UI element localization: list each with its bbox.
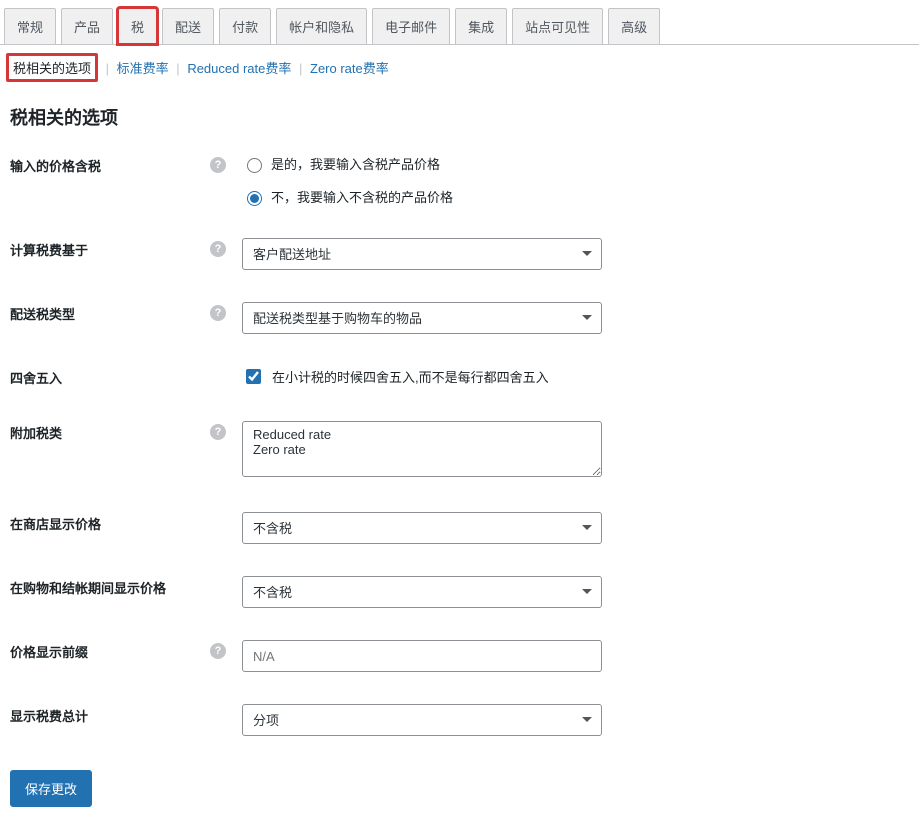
select-shipping-tax-class[interactable]: 配送税类型基于购物车的物品 (242, 302, 602, 334)
tab-products[interactable]: 产品 (61, 8, 113, 44)
subtab-tax-options[interactable]: 税相关的选项 (6, 53, 98, 82)
tax-settings-form: 输入的价格含税 ? 是的，我要输入含税产品价格 不，我要输入不含税的产品价格 计… (0, 138, 919, 752)
tab-emails[interactable]: 电子邮件 (372, 8, 450, 44)
label-additional-tax: 附加税类 (0, 405, 210, 496)
tab-integration[interactable]: 集成 (455, 8, 507, 44)
label-prices-include-tax: 输入的价格含税 (0, 138, 210, 222)
radio-label-yes: 是的，我要输入含税产品价格 (271, 154, 440, 173)
select-tax-total-display[interactable]: 分项 (242, 704, 602, 736)
tab-shipping[interactable]: 配送 (162, 8, 214, 44)
checkbox-rounding-label: 在小计税的时候四舍五入,而不是每行都四舍五入 (272, 367, 549, 386)
tab-general[interactable]: 常规 (4, 8, 56, 44)
subtab-zero-rates[interactable]: Zero rate费率 (310, 61, 389, 76)
label-price-suffix: 价格显示前缀 (0, 624, 210, 688)
help-icon[interactable]: ? (210, 643, 226, 659)
help-icon[interactable]: ? (210, 241, 226, 257)
select-display-cart[interactable]: 不含税 (242, 576, 602, 608)
help-icon[interactable]: ? (210, 424, 226, 440)
tab-advanced[interactable]: 高级 (608, 8, 660, 44)
tab-payments[interactable]: 付款 (219, 8, 271, 44)
help-icon[interactable]: ? (210, 157, 226, 173)
label-shipping-tax-class: 配送税类型 (0, 286, 210, 350)
label-rounding: 四舍五入 (0, 350, 210, 405)
tab-accounts[interactable]: 帐户和隐私 (276, 8, 367, 44)
label-display-shop: 在商店显示价格 (0, 496, 210, 560)
select-display-shop[interactable]: 不含税 (242, 512, 602, 544)
radio-prices-include-yes[interactable] (247, 158, 262, 173)
section-title: 税相关的选项 (10, 104, 919, 130)
checkbox-rounding[interactable] (246, 369, 261, 384)
select-tax-based-on[interactable]: 客户配送地址 (242, 238, 602, 270)
radio-label-no: 不，我要输入不含税的产品价格 (271, 187, 453, 206)
save-button[interactable]: 保存更改 (10, 770, 92, 807)
subtab-standard-rates[interactable]: 标准费率 (117, 61, 169, 76)
textarea-additional-tax[interactable] (242, 421, 602, 477)
tab-tax[interactable]: 税 (118, 8, 157, 44)
radio-prices-include-no[interactable] (247, 191, 262, 206)
label-tax-based-on: 计算税费基于 (0, 222, 210, 286)
settings-tabs: 常规 产品 税 配送 付款 帐户和隐私 电子邮件 集成 站点可见性 高级 (0, 0, 919, 45)
label-tax-total-display: 显示税费总计 (0, 688, 210, 752)
label-display-cart: 在购物和结帐期间显示价格 (0, 560, 210, 624)
help-icon[interactable]: ? (210, 305, 226, 321)
tax-subtabs: 税相关的选项 | 标准费率 | Reduced rate费率 | Zero ra… (0, 45, 919, 88)
tab-site-visibility[interactable]: 站点可见性 (512, 8, 603, 44)
subtab-reduced-rates[interactable]: Reduced rate费率 (187, 61, 291, 76)
input-price-suffix[interactable] (242, 640, 602, 672)
